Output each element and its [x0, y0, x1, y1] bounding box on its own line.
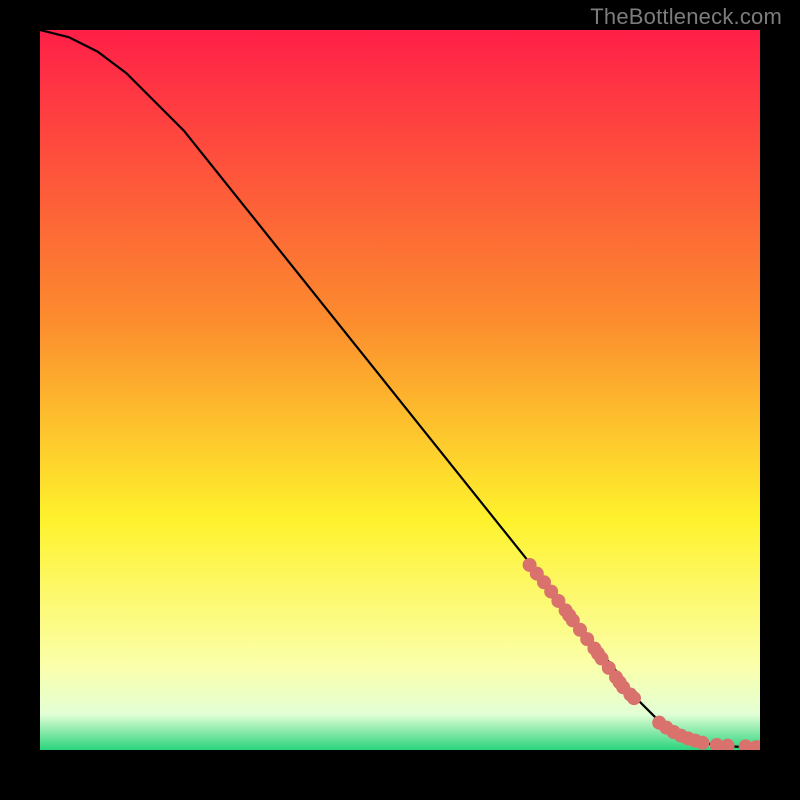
gradient-background	[40, 30, 760, 750]
chart-plot-area	[40, 30, 760, 750]
data-marker	[695, 736, 709, 750]
watermark-text: TheBottleneck.com	[590, 4, 782, 30]
data-marker	[627, 691, 641, 705]
chart-svg	[40, 30, 760, 750]
chart-stage: TheBottleneck.com	[0, 0, 800, 800]
